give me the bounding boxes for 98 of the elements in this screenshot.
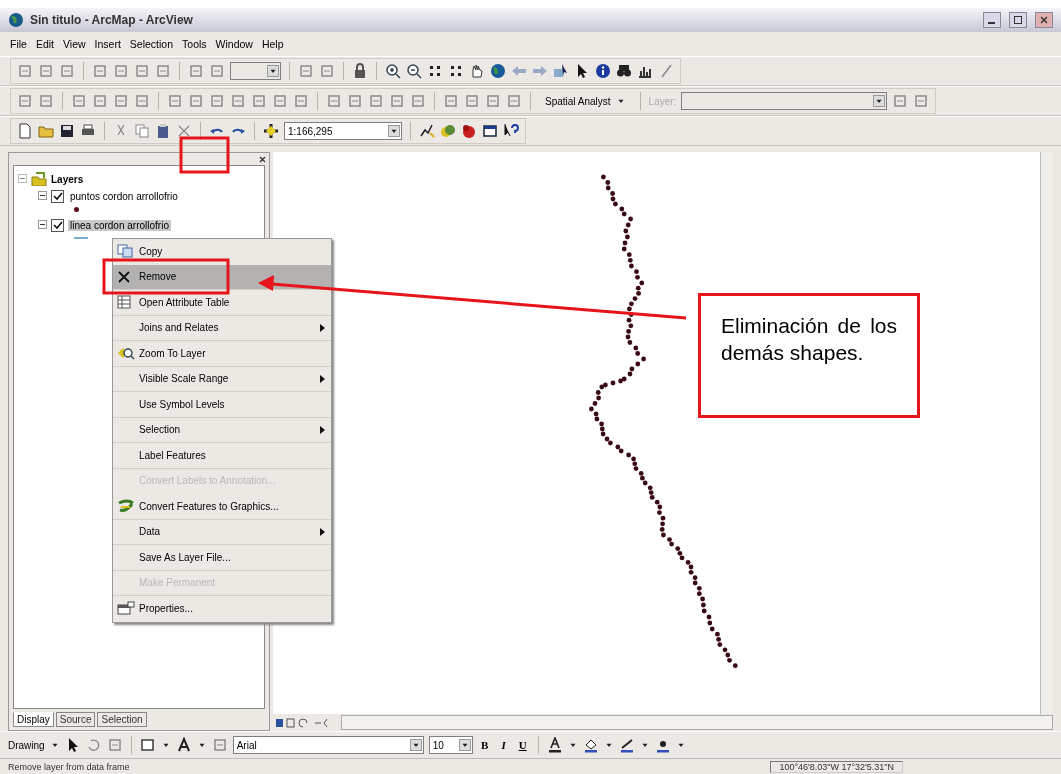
context-menu-item[interactable]: Convert Features to Graphics... <box>113 494 331 520</box>
collapse-icon[interactable] <box>38 191 47 202</box>
caret-icon[interactable] <box>267 65 279 77</box>
menu-item[interactable]: View <box>63 37 86 51</box>
editor-icon[interactable] <box>419 123 435 139</box>
vertical-scrollbar[interactable] <box>1040 152 1053 714</box>
pan-hand-icon[interactable] <box>469 63 485 79</box>
maximize-icon <box>1014 16 1022 24</box>
menu-item[interactable]: Insert <box>94 37 121 51</box>
globe-icon <box>8 12 24 28</box>
spatial-analyst-menu[interactable]: Spatial Analyst <box>539 95 632 107</box>
caret-icon[interactable] <box>458 739 471 751</box>
font-color-icon[interactable] <box>546 737 563 753</box>
italic-button[interactable]: I <box>496 739 511 751</box>
fixed-zoom-icon[interactable] <box>427 63 443 79</box>
font-size-field[interactable]: 10 <box>428 736 473 754</box>
layers-icon <box>31 172 47 186</box>
layer-checkbox[interactable] <box>51 190 64 203</box>
menu-item[interactable]: File <box>10 37 27 51</box>
callout-text: Eliminación de los demás shapes. <box>698 293 920 418</box>
collapse-icon[interactable] <box>38 220 47 231</box>
context-menu-item[interactable]: Data <box>113 519 331 545</box>
context-menu-item[interactable]: Selection <box>113 417 331 443</box>
coordinates-readout: 100°46'8.03"W 17°32'5.31"N <box>770 760 903 773</box>
context-menu-item[interactable]: Remove <box>113 264 331 290</box>
rectangle-icon[interactable] <box>139 737 156 753</box>
caret-icon[interactable] <box>409 739 422 751</box>
close-icon <box>1040 16 1048 24</box>
toc-tab[interactable]: Source <box>55 712 96 727</box>
delete-icon[interactable] <box>176 123 192 139</box>
layer-checkbox[interactable] <box>51 219 64 232</box>
zoom-to-layer-icon <box>117 346 135 361</box>
lock-icon[interactable] <box>352 63 368 79</box>
delete-icon <box>117 269 131 284</box>
drawing-menu[interactable]: Drawing <box>8 739 45 751</box>
context-menu-item[interactable]: Joins and Relates <box>113 315 331 341</box>
highlight-frame <box>179 136 230 174</box>
caret-icon[interactable] <box>873 95 886 107</box>
context-menu-item[interactable]: Properties... <box>113 596 331 622</box>
fill-color-icon[interactable] <box>582 737 599 753</box>
zoom-in-icon[interactable] <box>385 63 401 79</box>
font-name-field[interactable]: Arial <box>232 736 424 754</box>
globe-icon[interactable] <box>490 63 506 79</box>
map-scale-field[interactable]: 1:166,295 <box>284 122 402 140</box>
maximize-button[interactable] <box>1009 12 1027 28</box>
context-menu-item[interactable]: Label Features <box>113 443 331 469</box>
submenu-arrow-icon <box>320 374 325 383</box>
context-menu-item[interactable]: Zoom To Layer <box>113 341 331 367</box>
convert-icon <box>117 499 135 514</box>
submenu-arrow-icon <box>320 425 325 434</box>
context-menu-item[interactable]: Open Attribute Table <box>113 290 331 316</box>
fixed-zoom-icon[interactable] <box>448 63 464 79</box>
line-color-icon[interactable] <box>618 737 635 753</box>
point-symbol-icon <box>74 206 79 212</box>
window-icon[interactable] <box>482 123 498 139</box>
toc-tab[interactable]: Selection <box>97 712 147 727</box>
clipboard-icon[interactable] <box>155 123 171 139</box>
save-icon[interactable] <box>59 123 75 139</box>
info-icon[interactable] <box>595 63 611 79</box>
menu-item[interactable]: Help <box>261 37 284 51</box>
horizontal-scrollbar[interactable] <box>341 715 1053 730</box>
copy-icon <box>117 244 133 259</box>
context-menu-item[interactable]: Visible Scale Range <box>113 366 331 392</box>
toolbox-icon[interactable] <box>440 123 456 139</box>
context-menu-item[interactable]: Save As Layer File... <box>113 545 331 571</box>
caret-icon[interactable] <box>388 125 400 137</box>
folder-icon[interactable] <box>38 123 54 139</box>
binoculars-icon[interactable] <box>616 63 632 79</box>
properties-icon <box>117 601 135 616</box>
minimize-button[interactable] <box>983 12 1001 28</box>
menu-item[interactable]: Selection <box>129 37 174 51</box>
submenu-arrow-icon <box>320 527 325 536</box>
underline-button[interactable]: U <box>515 739 530 751</box>
layer-name[interactable]: puntos cordon arrollofrio <box>68 191 180 202</box>
layer-label: Layer: <box>648 95 677 107</box>
context-menu-item[interactable]: Use Symbol Levels <box>113 392 331 418</box>
table-icon <box>117 295 131 310</box>
zoom-out-icon[interactable] <box>406 63 422 79</box>
layer-name[interactable]: linea cordon arrollofrio <box>68 220 171 231</box>
context-menu-item[interactable]: Copy <box>113 239 331 265</box>
menu-item[interactable]: Edit <box>35 37 54 51</box>
toc-tab[interactable]: Display <box>13 712 54 727</box>
close-button[interactable] <box>1035 12 1053 28</box>
select-features-icon[interactable] <box>553 63 569 79</box>
new-document-icon[interactable] <box>17 123 33 139</box>
data-frame-name[interactable]: Layers <box>51 173 84 185</box>
close-icon[interactable] <box>259 155 266 163</box>
whats-this-help-icon[interactable] <box>503 123 519 139</box>
menu-item[interactable]: Window <box>215 37 253 51</box>
bold-button[interactable]: B <box>477 739 492 751</box>
submenu-arrow-icon <box>320 323 325 332</box>
add-data-icon[interactable] <box>263 123 279 139</box>
text-tool-icon[interactable] <box>175 737 192 753</box>
line-symbol-icon <box>74 236 88 240</box>
window-title: Sin titulo - ArcMap - ArcView <box>30 13 193 27</box>
pencil-icon[interactable] <box>658 63 674 79</box>
menu-item[interactable]: Tools <box>182 37 207 51</box>
status-message: Remove layer from data frame <box>8 761 130 772</box>
